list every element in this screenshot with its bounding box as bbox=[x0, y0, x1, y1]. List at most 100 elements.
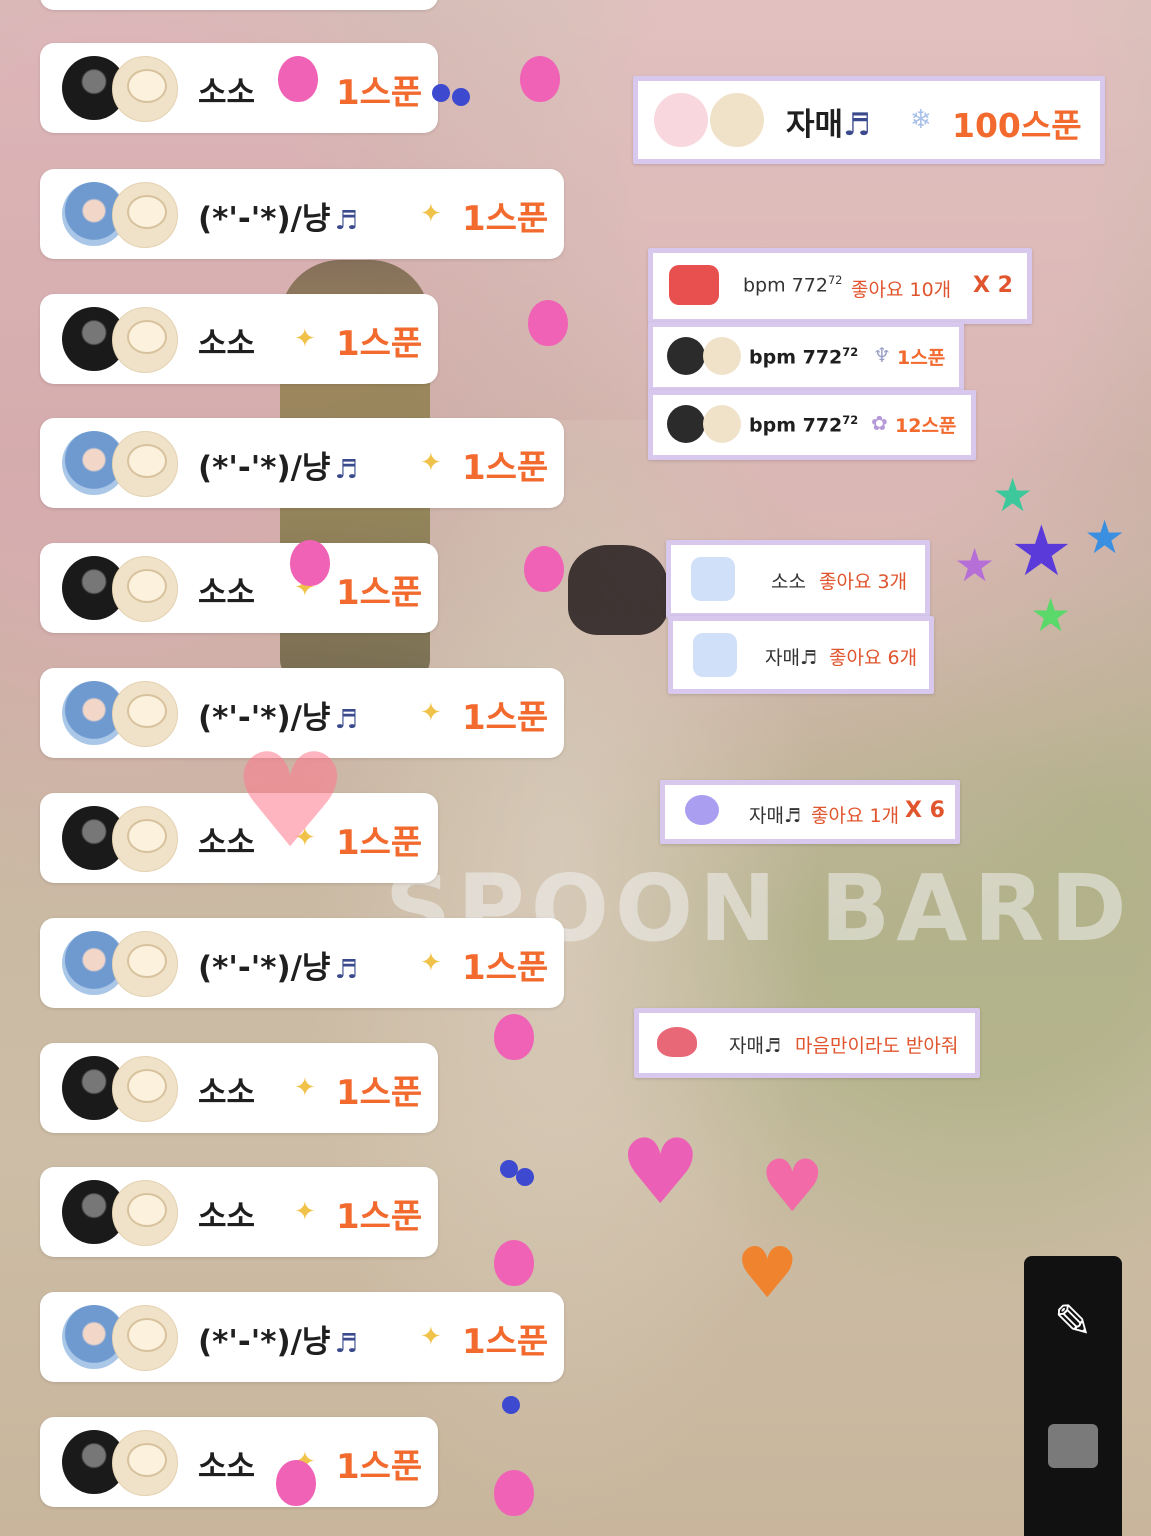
berry-sticker bbox=[524, 546, 564, 592]
notice-like-text: 좋아요 10개 bbox=[851, 279, 952, 301]
gift-amount: 1스푼 bbox=[336, 1447, 423, 1487]
heart-icon: ♥ bbox=[736, 1232, 799, 1314]
avatar-icon bbox=[667, 405, 705, 443]
spoon-gift-icon: ✦ bbox=[294, 1197, 316, 1227]
blueberry-sticker bbox=[516, 1168, 534, 1186]
gift-chat-card: 소소✦1스푼 bbox=[40, 43, 438, 133]
dj-avatar bbox=[112, 307, 178, 373]
tray-icon[interactable] bbox=[1048, 1424, 1098, 1468]
hearts-icon bbox=[685, 795, 719, 825]
dice-icon bbox=[691, 557, 735, 601]
gift-amount: 1스푼 bbox=[336, 573, 423, 613]
chat-nickname: (*'-'*)/냥 ♬ bbox=[198, 450, 358, 486]
heart-icon: ♥ bbox=[620, 1120, 701, 1225]
chat-nickname: 소소 bbox=[198, 326, 256, 362]
notice-amount: 1스푼 bbox=[897, 347, 946, 369]
notice-nick: 자매♬ bbox=[729, 1035, 781, 1057]
notice-multiplier: X 6 bbox=[905, 798, 945, 823]
chat-nickname: 소소 bbox=[198, 575, 256, 611]
gift-chat-card: (*'-'*)/냥 ♬ ✦ 1스푼 bbox=[40, 418, 564, 508]
berry-sticker bbox=[520, 56, 560, 102]
notice-nick: bpm 77272 bbox=[743, 273, 843, 297]
gift-chat-card-cut bbox=[40, 0, 438, 10]
avatar-icon bbox=[654, 93, 708, 147]
gift-notice-bpm-1: bpm 77272 ♆ 1스푼 bbox=[648, 322, 964, 392]
berry-sticker bbox=[494, 1014, 534, 1060]
dj-avatar bbox=[112, 556, 178, 622]
star-icon: ★ bbox=[954, 538, 996, 592]
dice-icon bbox=[693, 633, 737, 677]
gift-chat-card: 소소 ✦ 1스푼 bbox=[40, 1167, 438, 1257]
spoon-gift-icon: ✦ bbox=[420, 448, 442, 478]
notice-nick: bpm 77272 bbox=[749, 413, 859, 437]
blueberry-sticker bbox=[432, 84, 450, 102]
gift-notice-big: 자매♬ ❄ 100스푼 bbox=[633, 76, 1105, 164]
gift-amount: 1스푼 bbox=[462, 698, 549, 738]
gift-icon: ♆ bbox=[873, 343, 891, 367]
gift-chat-card: 소소✦1스푼 bbox=[40, 543, 438, 633]
berry-sticker bbox=[290, 540, 330, 586]
like-notice-jamae-x6: 자매♬ 좋아요 1개 X 6 bbox=[660, 780, 960, 844]
spoon-gift-icon: ✦ bbox=[294, 324, 316, 354]
gift-amount: 1스푼 bbox=[462, 948, 549, 988]
chat-nickname: (*'-'*)/냥 ♬ bbox=[198, 201, 358, 237]
dj-avatar bbox=[112, 1305, 178, 1371]
berry-sticker bbox=[494, 1240, 534, 1286]
gift-amount: 1스푼 bbox=[462, 199, 549, 239]
notice-nick: 자매♬ bbox=[786, 107, 871, 143]
gift-amount: 1스푼 bbox=[462, 1322, 549, 1362]
chat-nickname: 소소 bbox=[198, 1199, 256, 1235]
gift-amount: 1스푼 bbox=[336, 1073, 423, 1113]
gift-amount: 1스푼 bbox=[336, 73, 423, 113]
avatar-icon bbox=[710, 93, 764, 147]
star-icon: ★ bbox=[1010, 510, 1073, 592]
gift-amount: 1스푼 bbox=[336, 1197, 423, 1237]
dj-avatar bbox=[112, 806, 178, 872]
gift-amount: 1스푼 bbox=[336, 823, 423, 863]
gift-amount: 1스푼 bbox=[462, 448, 549, 488]
spoon-gift-icon: ✦ bbox=[420, 1322, 442, 1352]
star-icon: ★ bbox=[1030, 588, 1072, 642]
berry-sticker bbox=[276, 1460, 316, 1506]
dj-avatar bbox=[112, 931, 178, 997]
chat-nickname: 소소 bbox=[198, 75, 256, 111]
avatar-icon bbox=[703, 337, 741, 375]
notice-message-text: 마음만이라도 받아줘 bbox=[795, 1035, 959, 1057]
chat-nickname: (*'-'*)/냥 ♬ bbox=[198, 1324, 358, 1360]
dj-avatar bbox=[112, 431, 178, 497]
gift-amount: 1스푼 bbox=[336, 324, 423, 364]
gift-icon: ❄ bbox=[910, 105, 932, 135]
dj-avatar bbox=[112, 182, 178, 248]
heart-badge-icon bbox=[669, 265, 719, 305]
notice-nick: 소소 bbox=[771, 571, 806, 593]
spoon-gift-icon: ✦ bbox=[420, 698, 442, 728]
gift-chat-card: (*'-'*)/냥 ♬ ✦ 1스푼 bbox=[40, 1292, 564, 1382]
side-action-panel: ✎ bbox=[1024, 1256, 1122, 1536]
berry-sticker bbox=[278, 56, 318, 102]
like-notice-soso: 소소 좋아요 3개 bbox=[666, 540, 930, 618]
gift-chat-card: 소소✦1스푼 bbox=[40, 1043, 438, 1133]
dj-avatar bbox=[112, 1430, 178, 1496]
chat-nickname: (*'-'*)/냥 ♬ bbox=[198, 950, 358, 986]
gift-icon: ✿ bbox=[871, 411, 888, 435]
notice-like-text: 좋아요 6개 bbox=[829, 647, 918, 669]
notice-like-text: 좋아요 1개 bbox=[811, 805, 900, 827]
spoon-gift-icon: ✦ bbox=[420, 948, 442, 978]
dj-avatar bbox=[112, 1180, 178, 1246]
blueberry-sticker bbox=[502, 1396, 520, 1414]
spoon-gift-icon: ✦ bbox=[420, 199, 442, 229]
heart-icon: ♥ bbox=[760, 1144, 825, 1228]
scene-cat bbox=[568, 545, 668, 635]
dj-avatar bbox=[112, 681, 178, 747]
gift-chat-card: (*'-'*)/냥 ♬ ✦ 1스푼 bbox=[40, 169, 564, 259]
pencil-icon[interactable]: ✎ bbox=[1048, 1296, 1098, 1346]
notice-nick: 자매♬ bbox=[749, 805, 801, 827]
avatar-icon bbox=[703, 405, 741, 443]
message-notice-jamae: 자매♬ 마음만이라도 받아줘 bbox=[634, 1008, 980, 1078]
avatar-icon bbox=[667, 337, 705, 375]
dj-avatar bbox=[112, 56, 178, 122]
notice-like-text: 좋아요 3개 bbox=[819, 571, 908, 593]
like-notice-bpm: bpm 77272 좋아요 10개 X 2 bbox=[648, 248, 1032, 324]
notice-multiplier: X 2 bbox=[973, 273, 1013, 298]
berry-sticker bbox=[494, 1470, 534, 1516]
